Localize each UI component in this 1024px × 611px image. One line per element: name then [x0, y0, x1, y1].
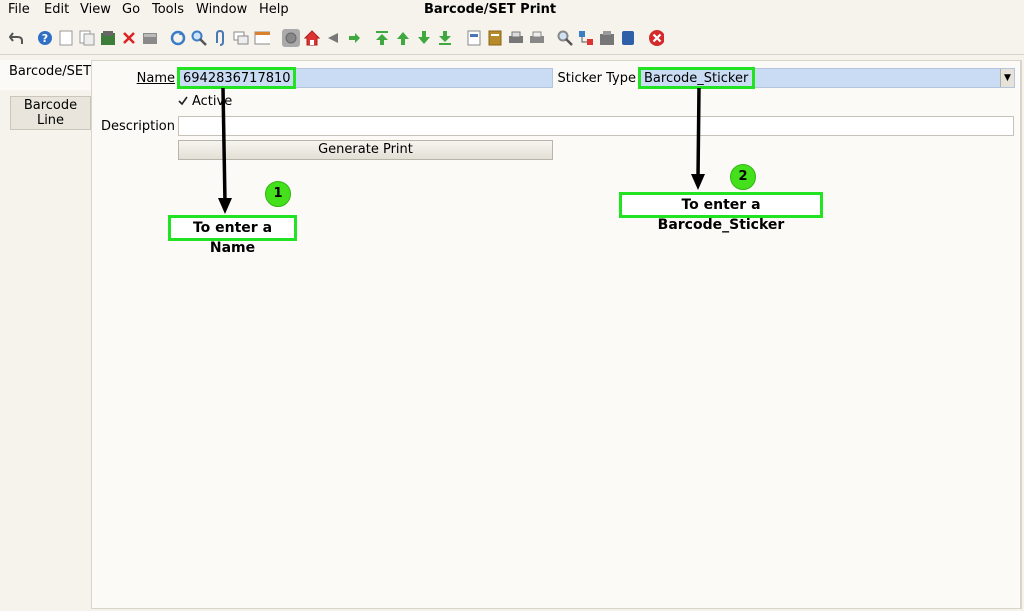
attachment-icon[interactable]: [212, 30, 228, 46]
parent-icon[interactable]: [282, 29, 300, 47]
name-label: Name: [136, 71, 175, 86]
grid-icon[interactable]: [142, 30, 158, 46]
help-icon[interactable]: ?: [37, 30, 53, 46]
next-icon[interactable]: [416, 30, 432, 46]
refresh-icon[interactable]: [170, 30, 186, 46]
arrow-to-sticker: [691, 87, 705, 190]
tab-barcode-line[interactable]: Barcode Line: [10, 96, 91, 130]
last-icon[interactable]: [437, 30, 453, 46]
description-label: Description: [100, 119, 175, 134]
name-highlight: [177, 67, 296, 89]
new-icon[interactable]: [58, 30, 74, 46]
arrow-to-name: [218, 87, 232, 214]
tab-barcode-line-label-2: Line: [36, 113, 65, 128]
request-icon[interactable]: [620, 30, 636, 46]
chevron-down-icon[interactable]: ▼: [1000, 69, 1014, 87]
tab-barcode-set[interactable]: Barcode/SET: [0, 60, 91, 90]
close-window-icon[interactable]: [648, 30, 664, 46]
first-icon[interactable]: [374, 30, 390, 46]
sticker-type-label: Sticker Type: [557, 71, 636, 86]
toolbar: ?: [0, 24, 1024, 55]
print-icon[interactable]: [508, 30, 524, 46]
home-icon[interactable]: [304, 30, 320, 46]
product-info-icon[interactable]: [599, 30, 615, 46]
history-icon[interactable]: [254, 30, 270, 46]
save-icon[interactable]: [100, 30, 116, 46]
copy-icon[interactable]: [79, 30, 95, 46]
menu-bar: File Edit View Go Tools Window Help Barc…: [0, 0, 1024, 22]
previous-icon[interactable]: [395, 30, 411, 46]
find-icon[interactable]: [191, 30, 207, 46]
window-title: Barcode/SET Print: [423, 2, 557, 17]
step-2-badge: 2: [730, 164, 756, 190]
name-callout: To enter a Name: [168, 215, 297, 256]
archive-icon[interactable]: [487, 30, 503, 46]
tab-barcode-line-label-1: Barcode: [23, 98, 78, 113]
report-icon[interactable]: [466, 30, 482, 46]
tab-pane: Barcode/SET Barcode Line: [0, 60, 91, 611]
description-field[interactable]: [178, 116, 1014, 136]
active-checkbox[interactable]: [178, 95, 188, 106]
back-icon[interactable]: [325, 30, 341, 46]
sticker-callout: To enter a Barcode_Sticker: [619, 192, 823, 233]
forward-icon[interactable]: [346, 30, 362, 46]
delete-icon[interactable]: [121, 30, 137, 46]
undo-icon[interactable]: [8, 30, 24, 46]
svg-text:?: ?: [42, 32, 48, 45]
chat-icon[interactable]: [233, 30, 249, 46]
step-1-badge: 1: [265, 181, 291, 207]
print-preview-icon[interactable]: [529, 30, 545, 46]
zoom-across-icon[interactable]: [557, 30, 573, 46]
workflow-icon[interactable]: [578, 30, 594, 46]
